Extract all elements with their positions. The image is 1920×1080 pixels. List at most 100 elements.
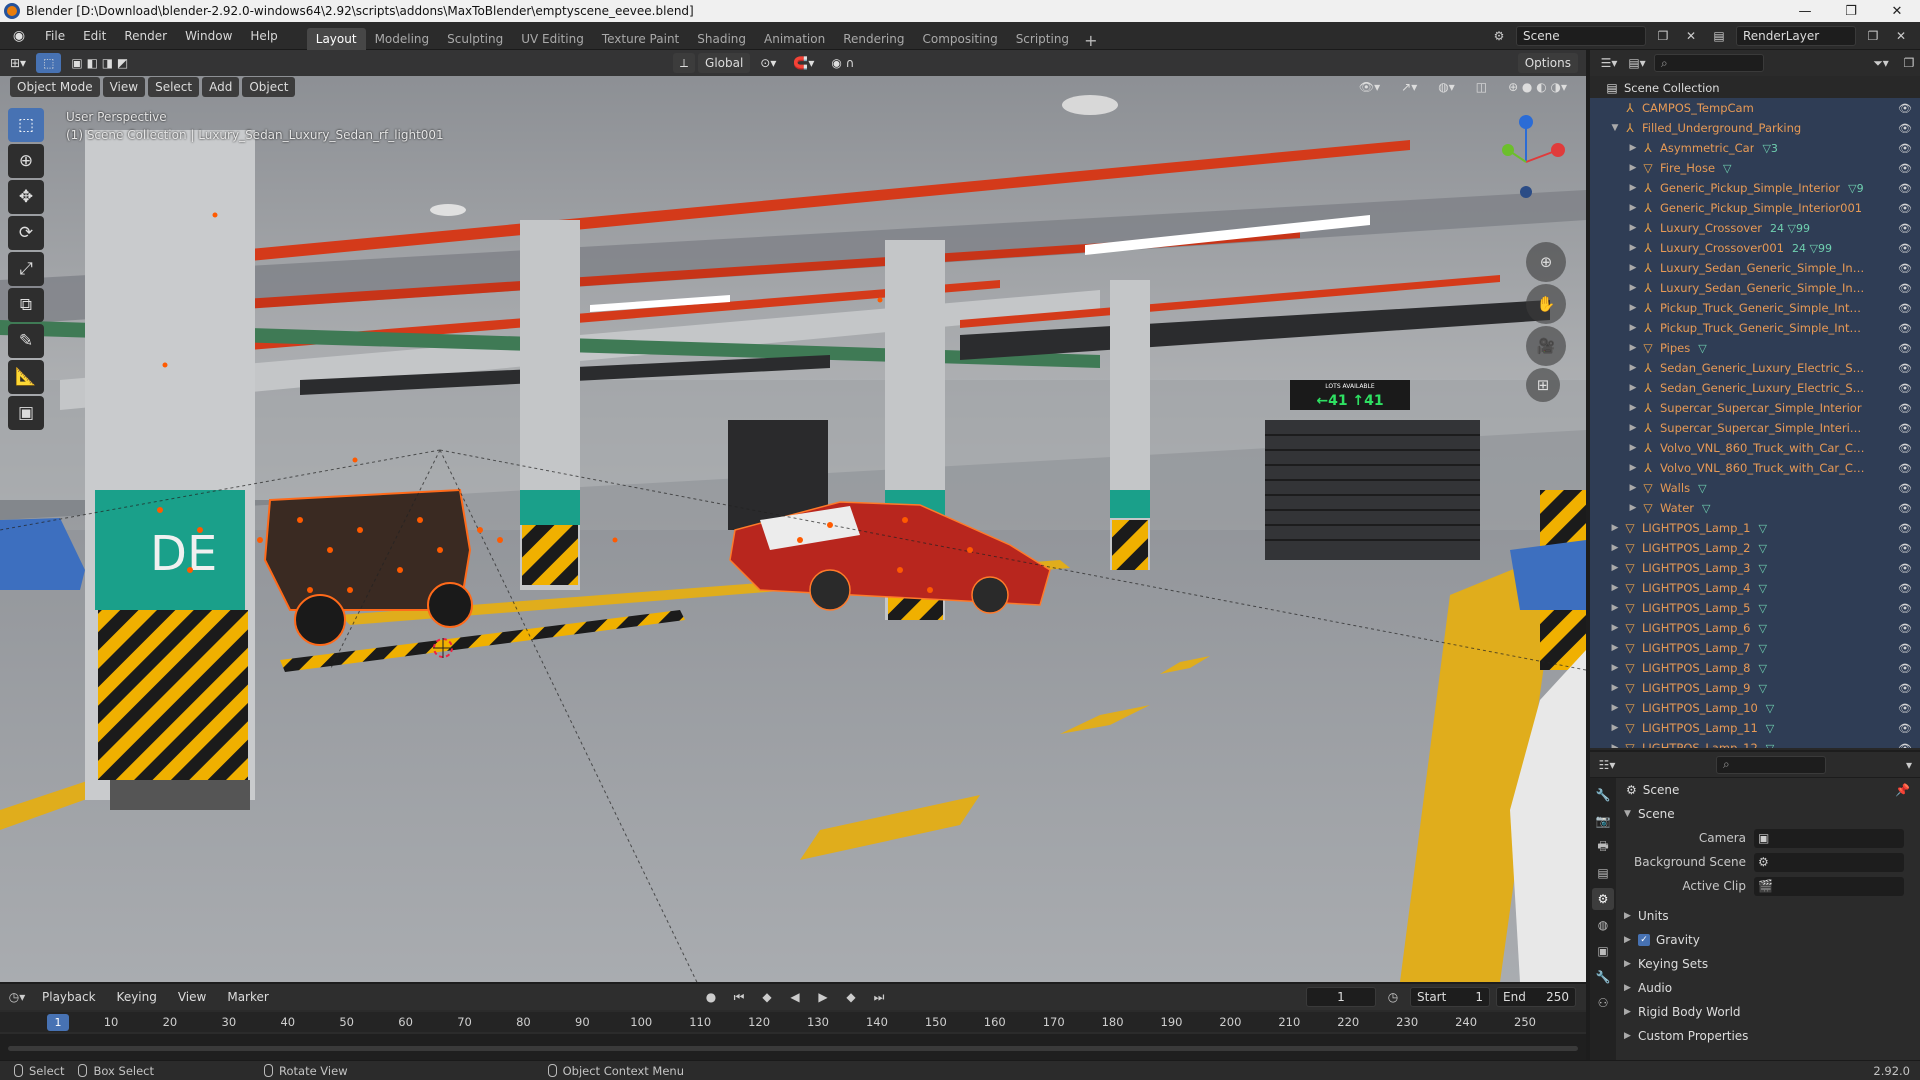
new-layer-icon[interactable]: ❐ [1862,26,1884,46]
outliner-editor-icon[interactable]: ☰▾ [1598,53,1620,73]
visibility-eye-icon[interactable]: 👁 [1898,122,1912,135]
record-icon[interactable]: ● [700,987,722,1007]
frame-ruler[interactable]: 10 20 30 40 50 60 70 80 90 100 110 120 130 140 150 160 1… [0,1012,1586,1032]
display-mode-icon[interactable]: ▤▾ [1626,53,1648,73]
outliner-row[interactable]: ▶ ⅄ Volvo_VNL_860_Truck_with_Car_Carrier 👁 [1590,458,1920,478]
outliner-row[interactable]: ▼ ⅄ Filled_Underground_Parking 👁 [1590,118,1920,138]
collapsed-arrow-icon[interactable]: ▶ [1626,423,1640,433]
timeline-editor-icon[interactable]: ◷▾ [6,987,28,1007]
cursor-tool-icon[interactable]: ⊕ [8,144,44,178]
visibility-eye-icon[interactable]: 👁 [1898,222,1912,235]
expanded-arrow-icon[interactable]: ▼ [1608,123,1622,133]
close-icon[interactable]: ✕ [1874,0,1920,22]
menu-timeline-view[interactable]: View [171,987,213,1007]
annotate-tool-icon[interactable]: ✎ [8,324,44,358]
collapsed-arrow-icon[interactable]: ▶ [1608,563,1622,573]
outliner-row[interactable]: ▶ ▽ LIGHTPOS_Lamp_10 ▽ 👁 [1590,698,1920,718]
visibility-eye-icon[interactable]: 👁 [1898,562,1912,575]
units-section[interactable]: ▶ Units [1618,904,1920,928]
scale-tool-icon[interactable]: ⤢ [8,252,44,286]
visibility-eye-icon[interactable]: 👁 [1898,522,1912,535]
play-icon[interactable]: ▶ [812,987,834,1007]
constraint-tab-icon[interactable]: ⚇ [1592,992,1614,1014]
options-dropdown[interactable]: Options [1517,53,1578,73]
outliner-row[interactable]: ▶ ▽ LIGHTPOS_Lamp_6 ▽ 👁 [1590,618,1920,638]
3d-viewport[interactable]: LOTS AVAILABLE ←41 ↑41 DE ⊞▾ ⬚ ▣ ◧ ◨ ◩ ⟂… [0,50,1586,982]
view-layer-tab-icon[interactable]: ▤ [1592,862,1614,884]
outliner-row[interactable]: ▶ ⅄ Asymmetric_Car ▽3 👁 [1590,138,1920,158]
next-key-icon[interactable]: ◆ [840,987,862,1007]
outliner-row[interactable]: ⅄ CAMPOS_TempCam 👁 [1590,98,1920,118]
outliner-row[interactable]: ▶ ▽ Walls ▽ 👁 [1590,478,1920,498]
clock-icon[interactable]: ◷ [1382,987,1404,1007]
collapsed-arrow-icon[interactable]: ▶ [1626,283,1640,293]
scene-field[interactable]: Scene [1516,26,1646,46]
visibility-eye-icon[interactable]: 👁 [1898,722,1912,735]
select-tool-icon[interactable]: ⬚ [36,53,62,73]
outliner-root-row[interactable]: ▤ Scene Collection [1590,78,1920,98]
play-reverse-icon[interactable]: ◀ [784,987,806,1007]
visibility-eye-icon[interactable]: 👁 [1898,542,1912,555]
visibility-eye-icon[interactable]: 👁 [1898,502,1912,515]
outliner-row[interactable]: ▶ ▽ LIGHTPOS_Lamp_7 ▽ 👁 [1590,638,1920,658]
camera-field[interactable]: ▣ [1754,828,1904,848]
outliner-row[interactable]: ▶ ⅄ Luxury_Crossover 24 ▽99 👁 [1590,218,1920,238]
collapsed-arrow-icon[interactable]: ▶ [1608,623,1622,633]
outliner-row[interactable]: ▶ ▽ Fire_Hose ▽ 👁 [1590,158,1920,178]
object-tab-icon[interactable]: ▣ [1592,940,1614,962]
outliner-row[interactable]: ▶ ⅄ Supercar_Supercar_Simple_Interior 👁 [1590,398,1920,418]
pan-hand-icon[interactable]: ✋ [1526,284,1566,324]
outliner-row[interactable]: ▶ ▽ LIGHTPOS_Lamp_1 ▽ 👁 [1590,518,1920,538]
menu-edit[interactable]: Edit [74,22,115,50]
rigid-body-section[interactable]: ▶ Rigid Body World [1618,1000,1920,1024]
scene-panel-header[interactable]: ▼ Scene [1618,802,1920,826]
shading-mode-icons[interactable]: ⊕ ● ◐ ◑▾ [1501,77,1574,97]
menu-add[interactable]: Add [202,77,240,97]
visibility-eye-icon[interactable]: 👁 [1898,742,1912,749]
visibility-eye-icon[interactable]: 👁 [1898,142,1912,155]
visibility-eye-icon[interactable]: 👁 [1898,402,1912,415]
tab-animation[interactable]: Animation [755,28,834,50]
outliner-row[interactable]: ▶ ⅄ Luxury_Sedan_Generic_Simple_Interior0 👁 [1590,278,1920,298]
add-cube-tool-icon[interactable]: ▣ [8,396,44,430]
snap-icon[interactable]: 🧲▾ [786,53,821,73]
outliner-row[interactable]: ▶ ⅄ Generic_Pickup_Simple_Interior001 👁 [1590,198,1920,218]
visibility-eye-icon[interactable]: 👁 [1898,682,1912,695]
menu-file[interactable]: File [36,22,74,50]
outliner-row[interactable]: ▶ ▽ LIGHTPOS_Lamp_4 ▽ 👁 [1590,578,1920,598]
ortho-grid-icon[interactable]: ⊞ [1526,368,1560,402]
outliner-row[interactable]: ▶ ⅄ Supercar_Supercar_Simple_Interior001 👁 [1590,418,1920,438]
rotate-tool-icon[interactable]: ⟳ [8,216,44,250]
collapsed-arrow-icon[interactable]: ▶ [1626,503,1640,513]
zoom-icon[interactable]: ⊕ [1526,242,1566,282]
collapsed-arrow-icon[interactable]: ▶ [1608,583,1622,593]
visibility-eye-icon[interactable]: 👁 [1898,302,1912,315]
start-frame-field[interactable]: Start 1 [1410,987,1490,1007]
playhead[interactable]: 1 [47,1014,69,1031]
proportional-edit-icon[interactable]: ◉ ∩ [824,53,861,73]
outliner-row[interactable]: ▶ ▽ LIGHTPOS_Lamp_2 ▽ 👁 [1590,538,1920,558]
add-workspace-icon[interactable]: + [1078,31,1103,50]
scene-tab-icon[interactable]: ⚙ [1592,888,1614,910]
keying-sets-section[interactable]: ▶ Keying Sets [1618,952,1920,976]
select-box-tool-icon[interactable]: ⬚ [8,108,44,142]
visibility-eye-icon[interactable]: 👁 [1898,262,1912,275]
collapsed-arrow-icon[interactable]: ▶ [1608,643,1622,653]
outliner-row[interactable]: ▶ ⅄ Generic_Pickup_Simple_Interior ▽9 👁 [1590,178,1920,198]
visibility-eye-icon[interactable]: 👁 [1898,602,1912,615]
tab-compositing[interactable]: Compositing [913,28,1006,50]
world-tab-icon[interactable]: ◍ [1592,914,1614,936]
outliner-row[interactable]: ▶ ▽ LIGHTPOS_Lamp_9 ▽ 👁 [1590,678,1920,698]
collapsed-arrow-icon[interactable]: ▶ [1608,543,1622,553]
pin-icon[interactable]: 📌 [1895,783,1910,797]
outliner-row[interactable]: ▶ ⅄ Volvo_VNL_860_Truck_with_Car_Carrier 👁 [1590,438,1920,458]
menu-select[interactable]: Select [148,77,200,97]
visibility-eye-icon[interactable]: 👁 [1898,442,1912,455]
audio-section[interactable]: ▶ Audio [1618,976,1920,1000]
menu-help[interactable]: Help [241,22,286,50]
output-tab-icon[interactable]: 🖶 [1592,836,1614,858]
collapsed-arrow-icon[interactable]: ▶ [1626,303,1640,313]
transform-tool-icon[interactable]: ⧉ [8,288,44,322]
collapsed-arrow-icon[interactable]: ▶ [1626,323,1640,333]
tab-shading[interactable]: Shading [688,28,755,50]
